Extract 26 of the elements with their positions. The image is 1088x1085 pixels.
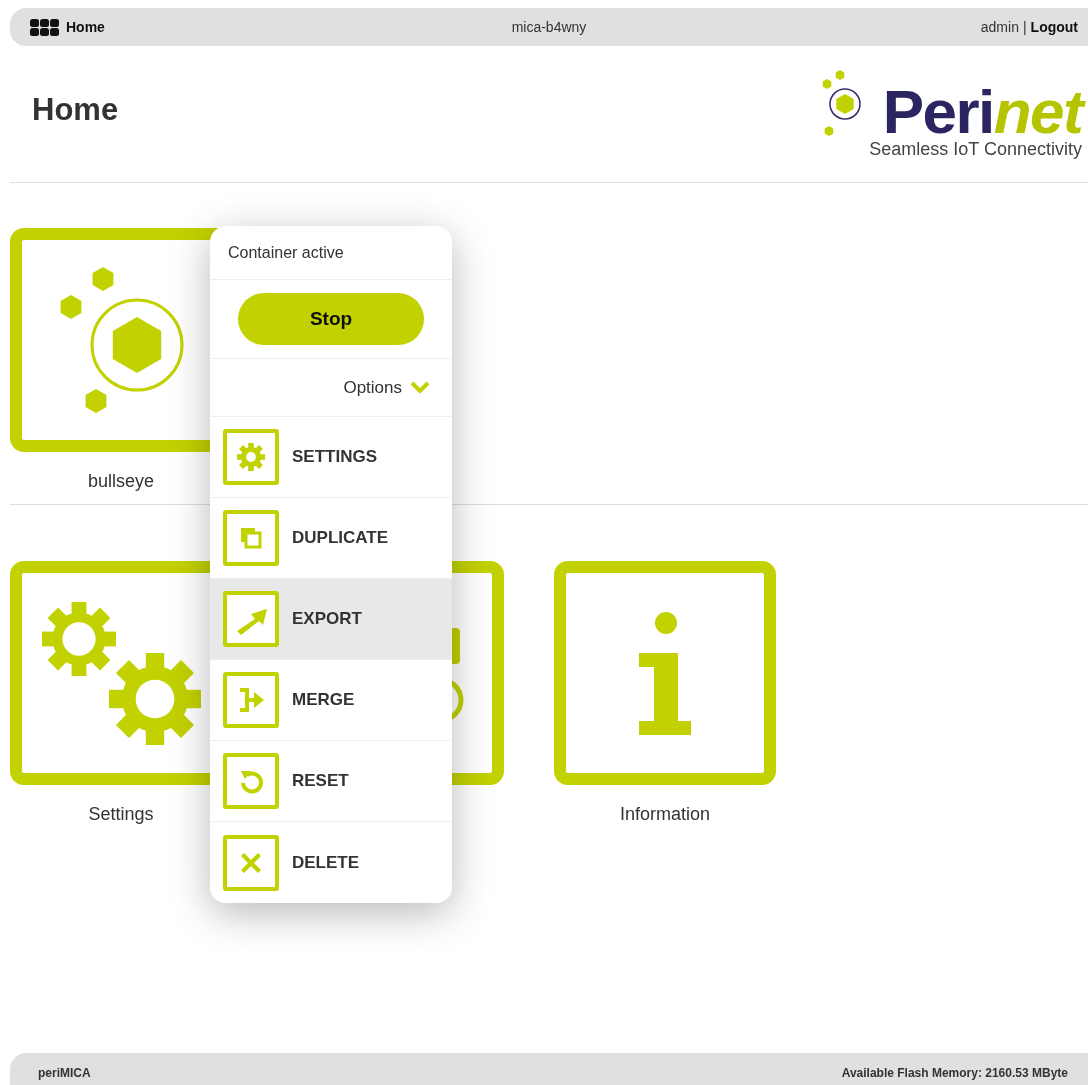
chevron-down-icon [410, 381, 430, 394]
gears-icon [39, 599, 203, 747]
menu-item[interactable]: MERGE [210, 660, 452, 741]
logout-link[interactable]: Logout [1030, 16, 1078, 38]
separator: | [1022, 17, 1027, 37]
hostname: mica-b4wny [511, 17, 587, 37]
page-title: Home [32, 90, 119, 129]
product-name: periMICA [38, 1065, 91, 1082]
menu-item[interactable]: EXPORT [210, 579, 452, 660]
tile-label: bullseye [87, 470, 154, 492]
menu-item[interactable]: SETTINGS [210, 417, 452, 498]
flash-memory-text: Available Flash Memory: 2160.53 MByte [841, 1065, 1068, 1082]
stop-button[interactable]: Stop [238, 293, 424, 345]
options-toggle[interactable]: Options [343, 374, 430, 401]
info-icon [638, 610, 692, 736]
logo-tagline: Seamless IoT Connectivity [869, 138, 1082, 160]
status-text: Container active [210, 226, 452, 280]
app-tile[interactable] [554, 561, 776, 785]
menu-item[interactable]: DELETE [210, 822, 452, 903]
tile-label: Information [619, 803, 710, 825]
menu-item[interactable]: DUPLICATE [210, 498, 452, 579]
home-link[interactable]: Home [30, 16, 105, 38]
menu-item[interactable]: RESET [210, 741, 452, 822]
tile-label: Settings [88, 803, 154, 825]
grid-icon [30, 18, 60, 36]
user-name: admin [980, 17, 1019, 37]
